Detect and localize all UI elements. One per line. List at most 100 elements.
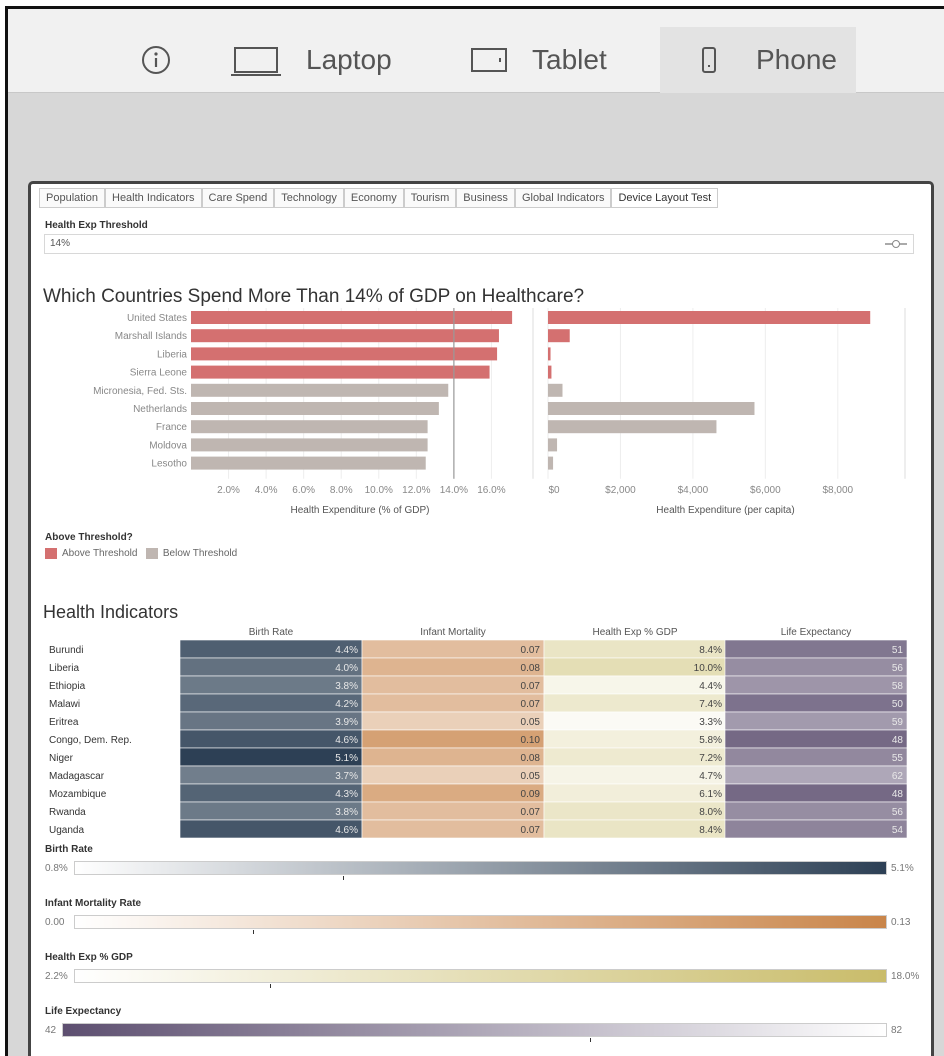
info-button[interactable]: [140, 27, 172, 93]
heatmap-cell[interactable]: [361, 783, 545, 803]
tab-care-spend[interactable]: Care Spend: [201, 188, 275, 207]
tab-health-indicators[interactable]: Health Indicators: [105, 188, 202, 207]
phone-button[interactable]: Phone: [660, 27, 856, 93]
x-axis-label: Health Expenditure (per capita): [656, 505, 794, 516]
tab-device-layout-test[interactable]: Device Layout Test: [611, 188, 719, 207]
bar-gdp-moldova[interactable]: [191, 438, 428, 452]
heatmap-cell-value: 4.6%: [335, 735, 358, 746]
heatmap-cell-value: 4.6%: [335, 825, 358, 836]
heatmap-cell-value: 5.8%: [699, 735, 722, 746]
bar-percapita-united-states[interactable]: [548, 311, 871, 324]
tab-business[interactable]: Business: [456, 188, 515, 207]
heatmap-title: Health Indicators: [43, 602, 179, 622]
bar-gdp-france[interactable]: [191, 420, 428, 434]
device-toolbar: Laptop Tablet Phone: [8, 9, 944, 93]
tab-tourism[interactable]: Tourism: [403, 188, 457, 207]
bar-gdp-united-states[interactable]: [191, 311, 513, 324]
tab-economy[interactable]: Economy: [343, 188, 404, 207]
heatmap-cell[interactable]: [361, 693, 545, 713]
bar-gdp-sierra-leone[interactable]: [191, 365, 490, 379]
slider-handle-icon[interactable]: [885, 240, 907, 248]
heatmap-cell[interactable]: [724, 765, 908, 785]
heatmap-cell[interactable]: [724, 729, 908, 749]
heatmap-cell[interactable]: [361, 747, 545, 767]
tab-population[interactable]: Population: [39, 188, 105, 207]
bar-percapita-france[interactable]: [548, 420, 717, 434]
heatmap-cell[interactable]: [724, 783, 908, 803]
heatmap-cell[interactable]: [724, 657, 908, 677]
column-header: Health Exp % GDP: [592, 627, 677, 638]
heatmap-cell-value: 0.07: [521, 807, 541, 818]
heatmap-cell[interactable]: [361, 639, 545, 659]
heatmap-cell[interactable]: [361, 675, 545, 695]
legend-item-above[interactable]: Above Threshold: [45, 548, 137, 559]
phone-icon: [702, 47, 716, 73]
heatmap-cell-value: 62: [892, 771, 904, 782]
heatmap-cell[interactable]: [724, 675, 908, 695]
x-tick-label: 10.0%: [365, 485, 393, 496]
scale-marker: [253, 930, 255, 934]
bar-percapita-lesotho[interactable]: [548, 456, 554, 470]
heatmap-cell-value: 0.07: [521, 645, 541, 656]
heatmap-cell[interactable]: [361, 801, 545, 821]
heatmap-cell[interactable]: [724, 801, 908, 821]
row-label: Ethiopia: [49, 681, 86, 692]
heatmap-cell[interactable]: [361, 729, 545, 749]
heatmap-cell-value: 4.4%: [335, 645, 358, 656]
bar-gdp-liberia[interactable]: [191, 347, 498, 361]
row-label: Mozambique: [49, 789, 107, 800]
parameter-label: Health Exp Threshold: [45, 220, 148, 231]
heatmap-cell-value: 3.7%: [335, 771, 358, 782]
heatmap-cell[interactable]: [361, 765, 545, 785]
row-label: Madagascar: [49, 771, 105, 782]
column-header: Infant Mortality: [420, 627, 486, 638]
heatmap-cell[interactable]: [724, 693, 908, 713]
heatmap-cell-value: 0.05: [521, 771, 541, 782]
legend-item-below[interactable]: Below Threshold: [145, 548, 237, 559]
heatmap-cell-value: 10.0%: [694, 663, 722, 674]
tab-technology[interactable]: Technology: [274, 188, 344, 207]
color-scale-infant-mortality-rate: Infant Mortality Rate 0.00 0.13: [31, 898, 921, 948]
tab-global-indicators[interactable]: Global Indicators: [514, 188, 612, 207]
bar-percapita-sierra-leone[interactable]: [548, 365, 552, 379]
bar-gdp-lesotho[interactable]: [191, 456, 426, 470]
bar-percapita-moldova[interactable]: [548, 438, 558, 452]
heatmap-cell[interactable]: [361, 657, 545, 677]
tablet-button[interactable]: Tablet: [470, 27, 607, 93]
scale-min-label: 0.00: [45, 917, 65, 928]
scale-max-label: 82: [891, 1025, 903, 1036]
row-label: Liberia: [49, 663, 79, 674]
heatmap-cell-value: 48: [892, 789, 904, 800]
x-tick-label: 8.0%: [330, 485, 353, 496]
x-tick-label: 6.0%: [292, 485, 315, 496]
color-scale-birth-rate: Birth Rate 0.8% 5.1%: [31, 844, 921, 894]
threshold-parameter-input[interactable]: 14%: [44, 234, 914, 254]
x-tick-label: 4.0%: [255, 485, 278, 496]
heatmap-cell[interactable]: [361, 711, 545, 731]
heatmap-cell-value: 7.2%: [699, 753, 722, 764]
bar-percapita-marshall-islands[interactable]: [548, 329, 570, 343]
bar-gdp-marshall-islands[interactable]: [191, 329, 499, 343]
scale-title: Birth Rate: [45, 844, 93, 855]
bar-percapita-netherlands[interactable]: [548, 402, 755, 415]
bar-gdp-micronesia-fed-sts-[interactable]: [191, 383, 449, 397]
heatmap-cell[interactable]: [724, 747, 908, 767]
bar-gdp-netherlands[interactable]: [191, 402, 439, 415]
row-label: Congo, Dem. Rep.: [49, 735, 132, 746]
heatmap-cell-value: 3.8%: [335, 681, 358, 692]
bar-percapita-liberia[interactable]: [548, 347, 551, 361]
bar-percapita-micronesia-fed-sts-[interactable]: [548, 383, 563, 397]
heatmap-cell[interactable]: [724, 711, 908, 731]
laptop-button[interactable]: Laptop: [230, 27, 392, 93]
heatmap-cell[interactable]: [724, 819, 908, 839]
heatmap-cell-value: 50: [892, 699, 904, 710]
scale-max-label: 5.1%: [891, 863, 914, 874]
category-label: France: [156, 422, 188, 433]
heatmap-cell-value: 0.08: [521, 663, 541, 674]
heatmap-cell[interactable]: [361, 819, 545, 839]
category-label: Sierra Leone: [130, 368, 188, 379]
heatmap-cell-value: 0.09: [521, 789, 541, 800]
row-label: Rwanda: [49, 807, 86, 818]
heatmap-cell[interactable]: [724, 639, 908, 659]
row-label: Burundi: [49, 645, 83, 656]
